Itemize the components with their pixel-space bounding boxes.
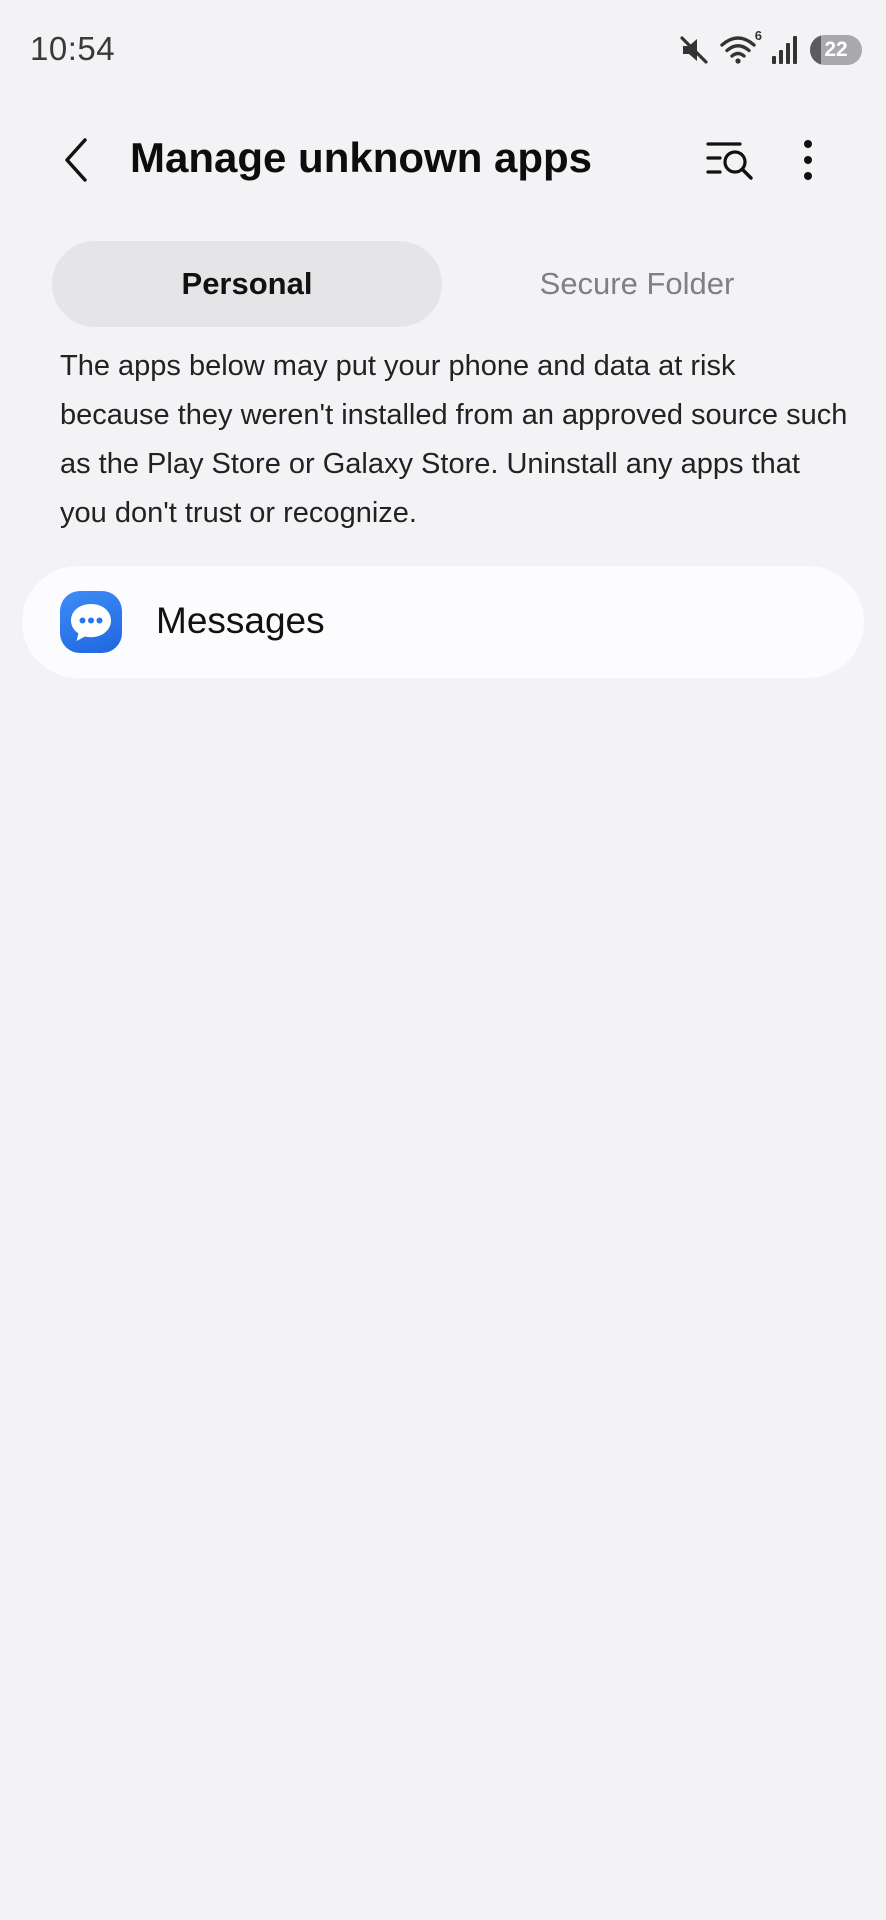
description-text: The apps below may put your phone and da… <box>60 350 848 529</box>
mute-icon <box>678 34 710 66</box>
messages-app-icon <box>60 591 122 653</box>
list-item-messages[interactable]: Messages <box>22 566 864 678</box>
app-header: Manage unknown apps <box>0 110 886 210</box>
wifi-label: 6 <box>754 28 762 43</box>
tab-personal[interactable]: Personal <box>52 241 442 327</box>
app-name: Messages <box>156 600 325 641</box>
chevron-left-icon <box>65 138 87 182</box>
list-search-icon <box>706 142 753 180</box>
tab-secure-folder[interactable]: Secure Folder <box>442 241 832 327</box>
status-time: 10:54 <box>30 30 116 67</box>
battery-level: 22 <box>824 38 848 61</box>
status-bar: 10:54 6 22 <box>0 0 886 100</box>
wifi-icon: 6 <box>720 28 762 66</box>
page-title: Manage unknown apps <box>130 134 593 181</box>
battery-fill <box>810 35 822 65</box>
back-button[interactable] <box>48 130 104 190</box>
signal-icon <box>770 34 800 66</box>
more-options-button[interactable] <box>784 132 832 188</box>
more-vertical-icon <box>804 140 812 180</box>
status-icons: 6 22 <box>678 28 862 70</box>
search-button[interactable] <box>700 132 760 188</box>
profile-tabs: Personal Secure Folder <box>52 241 836 327</box>
battery-icon: 22 <box>810 35 862 65</box>
